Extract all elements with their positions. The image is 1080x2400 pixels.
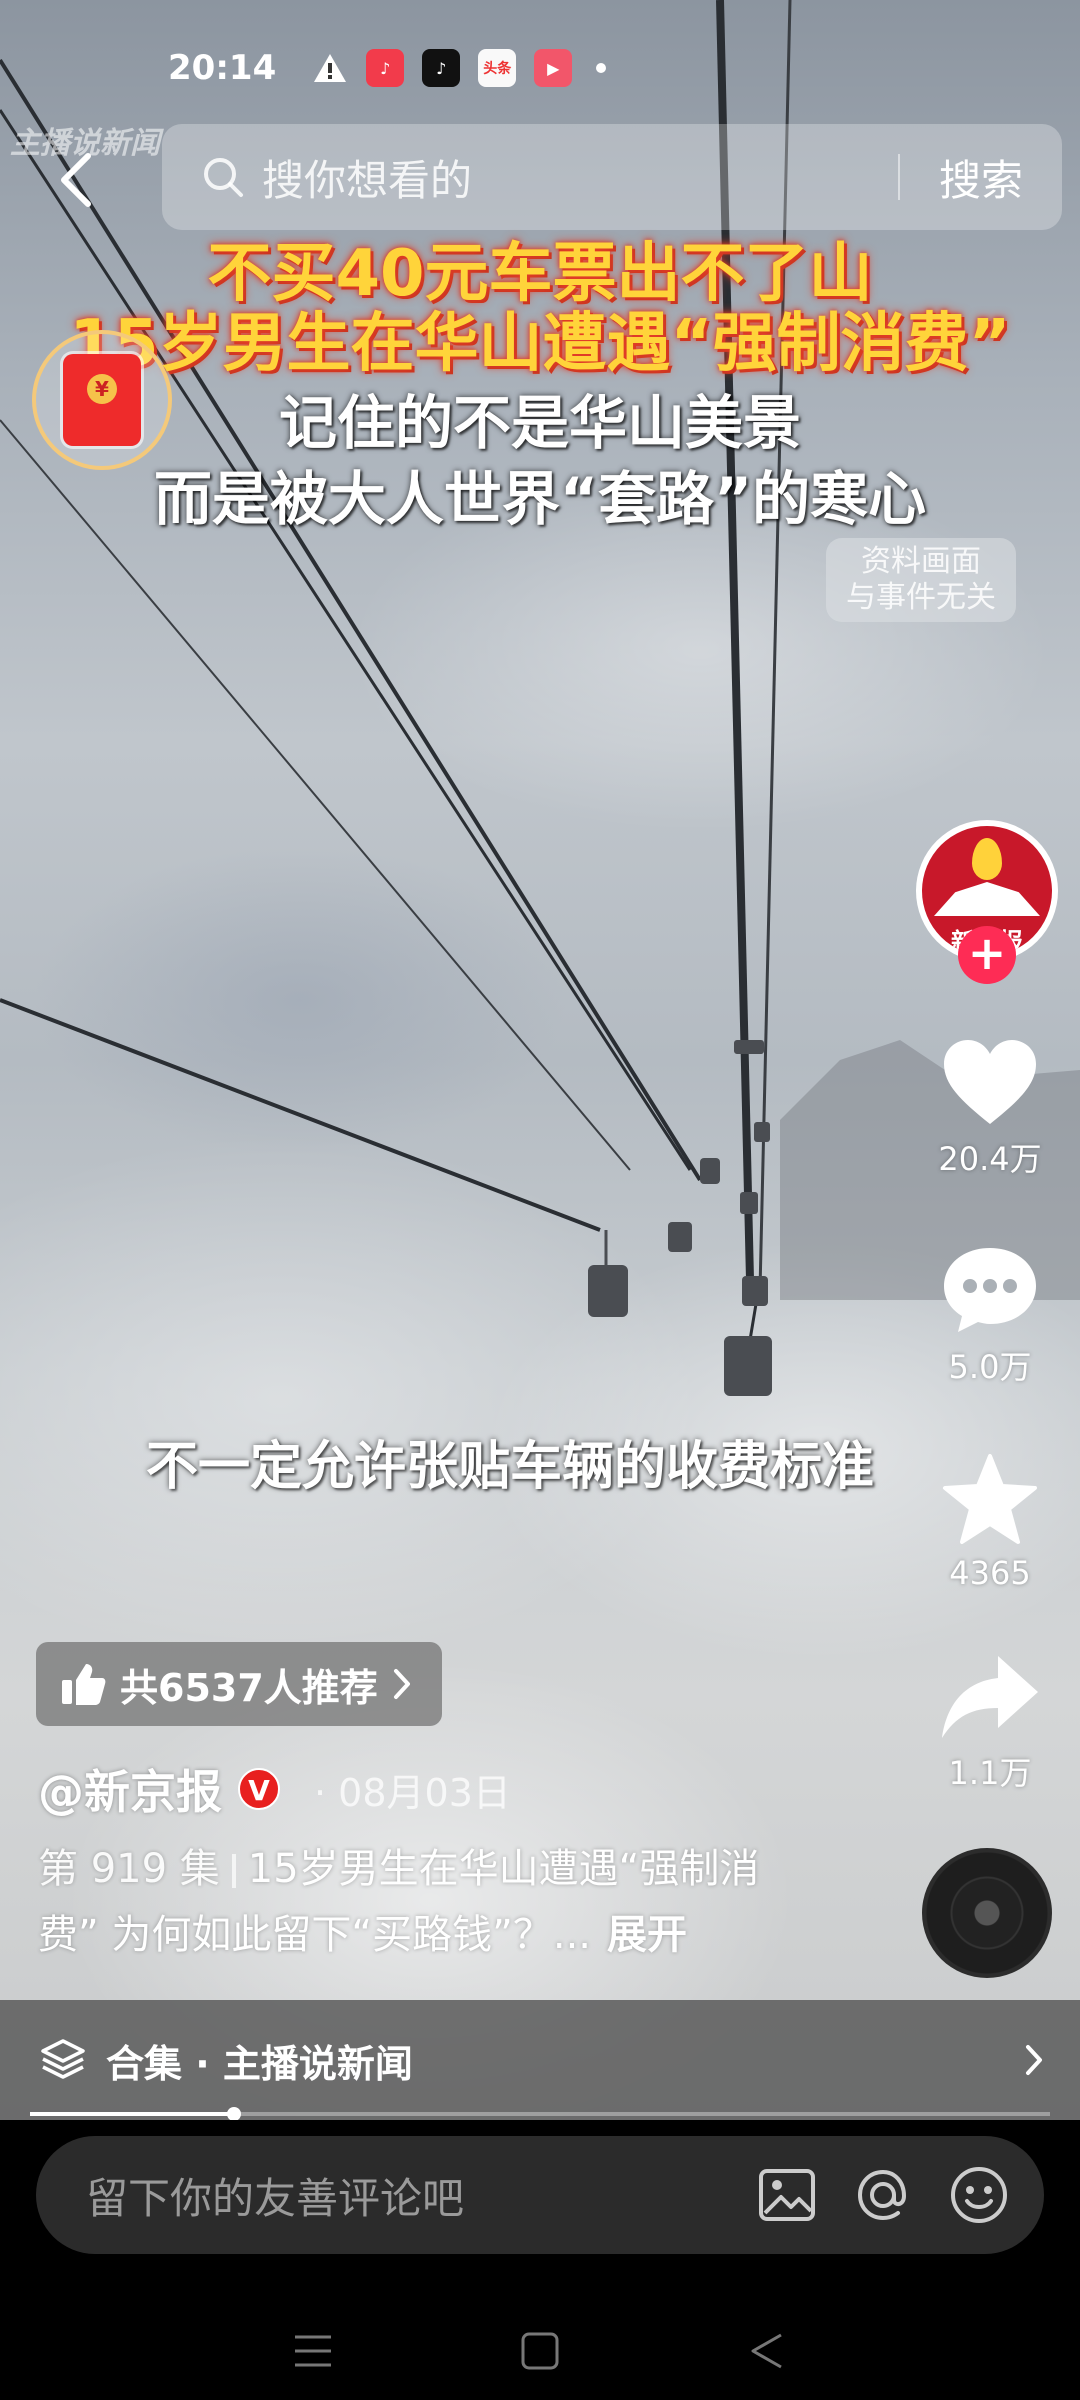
layers-icon	[41, 2039, 85, 2079]
toutiao-app-icon: 头条	[478, 49, 517, 87]
disclaimer-badge: 资料画面 与事件无关	[826, 538, 1016, 622]
search-button[interactable]: 搜索	[900, 147, 1062, 208]
image-picker-button[interactable]	[752, 2160, 822, 2230]
progress-knob[interactable]	[227, 2107, 241, 2121]
collection-label: 合集 · 主播说新闻	[106, 2041, 413, 2086]
comment-input-bar[interactable]: 留下你的友善评论吧	[36, 2136, 1044, 2254]
search-bar[interactable]: 搜你想看的 搜索	[162, 124, 1062, 230]
building-logo-icon	[934, 882, 1040, 916]
favorite-count: 4365	[949, 1554, 1031, 1592]
home-square-icon	[521, 2332, 559, 2370]
red-envelope-icon	[63, 354, 141, 446]
progress-fill	[30, 2112, 234, 2116]
smiley-icon	[951, 2167, 1007, 2223]
status-time: 20:14	[168, 48, 277, 88]
episode-label: 第 919 集	[38, 1846, 220, 1892]
back-button[interactable]	[44, 140, 108, 220]
comment-input[interactable]: 留下你的友善评论吧	[86, 2165, 726, 2226]
share-arrow-icon	[942, 1656, 1038, 1738]
thumbs-up-icon	[62, 1664, 106, 1705]
music-app-icon: ♪	[366, 49, 405, 87]
collection-bar[interactable]: 合集 · 主播说新闻	[0, 2000, 1080, 2120]
disclaimer-line-2: 与事件无关	[846, 580, 996, 615]
recommend-label: 共6537人推荐	[120, 1665, 378, 1710]
tiktok-app-icon: ♪	[422, 49, 461, 87]
follow-button[interactable]: +	[958, 926, 1016, 984]
notification-dot	[596, 63, 607, 73]
chevron-left-icon	[61, 153, 91, 207]
menu-nav-button[interactable]	[293, 2333, 333, 2373]
video-progress-bar[interactable]	[30, 2107, 1050, 2121]
video-description[interactable]: 第 919 集 15岁男生在华山遭遇“强制消费” 为何如此留下“买路钱”？... 展…	[38, 1836, 798, 1968]
search-input[interactable]: 搜你想看的	[262, 147, 898, 208]
emoji-button[interactable]	[944, 2160, 1014, 2230]
system-nav-bar	[0, 2306, 1080, 2400]
alert-icon	[312, 52, 348, 84]
red-packet-button[interactable]	[32, 330, 172, 470]
heart-icon	[944, 1040, 1036, 1124]
share-button[interactable]: 1.1万	[920, 1652, 1060, 1794]
post-date: · 08月03日	[314, 1770, 511, 1815]
author-row: @新京报 V · 08月03日	[38, 1756, 511, 1822]
video-app-icon: ▶	[534, 49, 573, 87]
like-count: 20.4万	[938, 1140, 1042, 1178]
verified-badge: V	[238, 1768, 280, 1810]
headline-line-4: 而是被大人世界“套路”的寒心	[153, 465, 927, 533]
favorite-button[interactable]: 4365	[920, 1452, 1060, 1592]
chevron-right-icon	[1026, 2045, 1042, 2075]
at-icon	[857, 2169, 907, 2221]
comment-icon	[944, 1248, 1036, 1332]
video-subtitle: 不一定允许张贴车辆的收费标准	[145, 1437, 874, 1497]
star-icon	[943, 1454, 1037, 1544]
menu-icon	[295, 2335, 332, 2367]
back-nav-button[interactable]	[747, 2331, 787, 2375]
image-icon	[759, 2169, 815, 2221]
recommend-pill[interactable]: 共6537人推荐	[36, 1642, 442, 1726]
status-bar: 20:14 ♪ ♪ 头条 ▶	[168, 40, 607, 96]
disclaimer-line-1: 资料画面	[861, 544, 981, 579]
author-name[interactable]: @新京报	[38, 1756, 222, 1822]
expand-button[interactable]: 展开	[607, 1912, 687, 1958]
comment-count: 5.0万	[948, 1348, 1032, 1386]
mention-button[interactable]	[848, 2160, 918, 2230]
divider	[231, 1854, 236, 1888]
like-button[interactable]: 20.4万	[920, 1036, 1060, 1180]
home-nav-button[interactable]	[520, 2331, 560, 2375]
chevron-right-icon	[393, 1669, 410, 1699]
share-count: 1.1万	[948, 1754, 1032, 1792]
bottom-area: 留下你的友善评论吧	[0, 2120, 1080, 2400]
music-disc-icon[interactable]	[922, 1848, 1052, 1978]
comment-button[interactable]: 5.0万	[920, 1244, 1060, 1388]
back-triangle-icon	[751, 2333, 782, 2369]
flame-logo-icon	[972, 838, 1002, 880]
search-icon	[204, 158, 243, 197]
